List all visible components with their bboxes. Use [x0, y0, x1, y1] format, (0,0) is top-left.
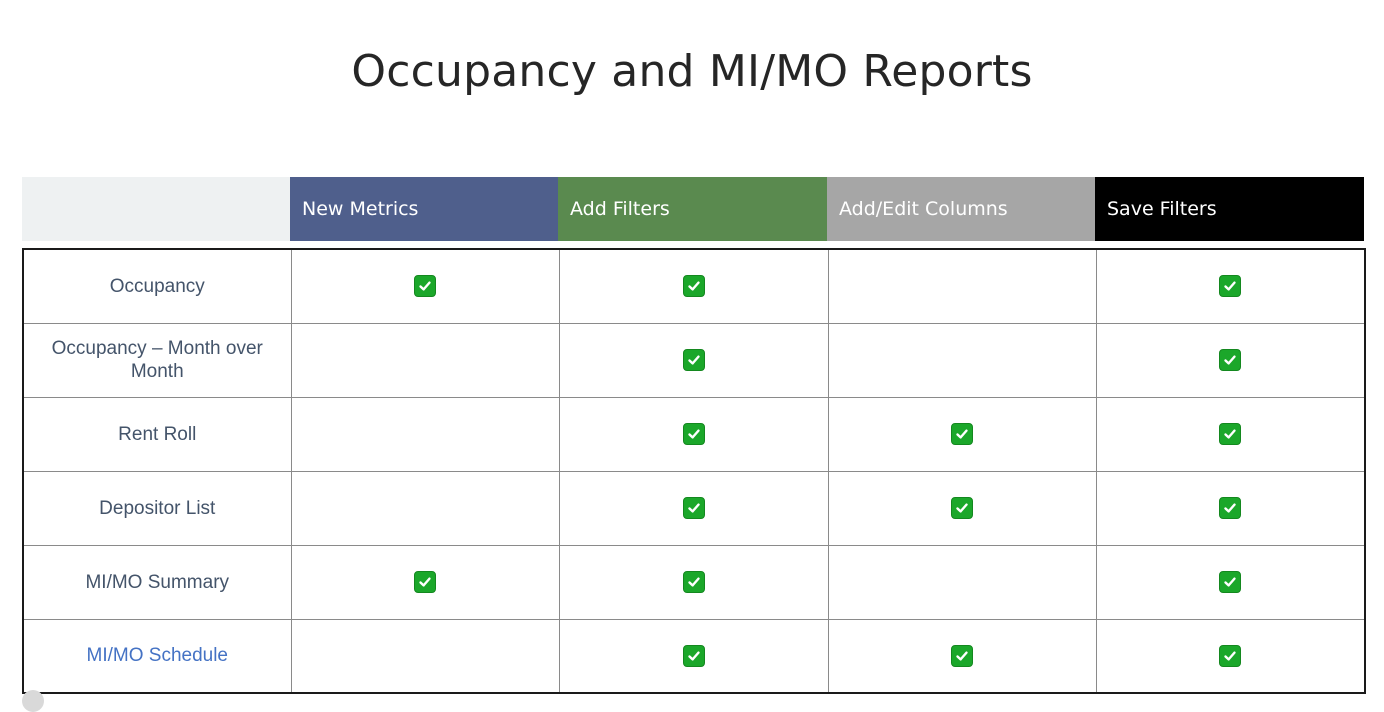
- table-row: MI/MO Summary: [22, 544, 1366, 620]
- feature-cell: [827, 618, 1097, 694]
- header-new-metrics: New Metrics: [290, 177, 558, 241]
- row-label: Depositor List: [22, 470, 292, 546]
- checkmark-box-icon: [1219, 423, 1242, 445]
- checkmark-box-icon: [951, 497, 973, 519]
- checkmark-box-icon: [682, 423, 705, 445]
- feature-cell: [827, 248, 1097, 324]
- row-label: Occupancy: [22, 248, 292, 324]
- header-add-filters: Add Filters: [558, 177, 827, 241]
- slide-corner-marker: [22, 690, 44, 712]
- feature-cell: [558, 248, 829, 324]
- table-row: Occupancy: [22, 248, 1366, 324]
- feature-cell: [827, 470, 1097, 546]
- checkmark-box-icon: [414, 571, 436, 593]
- table-row: Rent Roll: [22, 396, 1366, 472]
- report-features-table: Occupancy Occupancy – Month over Month Ren…: [22, 248, 1366, 694]
- feature-cell: [290, 470, 560, 546]
- feature-cell: [558, 618, 829, 694]
- checkmark-box-icon: [1219, 497, 1242, 519]
- feature-cell: [1095, 248, 1366, 324]
- feature-cell: [290, 396, 560, 472]
- header-corner-cell: [22, 177, 290, 241]
- table-row: Occupancy – Month over Month: [22, 322, 1366, 398]
- row-label: Rent Roll: [22, 396, 292, 472]
- checkmark-box-icon: [1219, 275, 1242, 298]
- feature-cell: [558, 544, 829, 620]
- checkmark-box-icon: [1219, 571, 1242, 593]
- feature-cell: [827, 396, 1097, 472]
- feature-cell: [290, 544, 560, 620]
- checkmark-box-icon: [682, 571, 705, 593]
- checkmark-box-icon: [951, 423, 973, 445]
- checkmark-box-icon: [682, 497, 705, 519]
- header-add-edit-columns: Add/Edit Columns: [827, 177, 1095, 241]
- row-label[interactable]: MI/MO Schedule: [22, 618, 292, 694]
- checkmark-box-icon: [682, 275, 705, 298]
- feature-cell: [290, 322, 560, 398]
- table-header: New Metrics Add Filters Add/Edit Columns…: [22, 177, 1364, 241]
- table-row: Depositor List: [22, 470, 1366, 546]
- checkmark-box-icon: [1219, 349, 1242, 371]
- feature-cell: [290, 618, 560, 694]
- feature-cell: [290, 248, 560, 324]
- checkmark-box-icon: [682, 644, 705, 667]
- feature-cell: [558, 470, 829, 546]
- feature-cell: [558, 396, 829, 472]
- checkmark-box-icon: [1219, 644, 1242, 667]
- checkmark-box-icon: [682, 349, 705, 371]
- feature-cell: [558, 322, 829, 398]
- table-row: MI/MO Schedule: [22, 618, 1366, 694]
- feature-cell: [827, 322, 1097, 398]
- checkmark-box-icon: [414, 275, 436, 298]
- feature-cell: [1095, 470, 1366, 546]
- checkmark-box-icon: [951, 644, 973, 667]
- feature-cell: [1095, 396, 1366, 472]
- row-label: MI/MO Summary: [22, 544, 292, 620]
- header-save-filters: Save Filters: [1095, 177, 1364, 241]
- feature-cell: [827, 544, 1097, 620]
- feature-cell: [1095, 618, 1366, 694]
- feature-cell: [1095, 544, 1366, 620]
- row-label: Occupancy – Month over Month: [22, 322, 292, 398]
- page-title: Occupancy and MI/MO Reports: [351, 46, 1033, 97]
- feature-cell: [1095, 322, 1366, 398]
